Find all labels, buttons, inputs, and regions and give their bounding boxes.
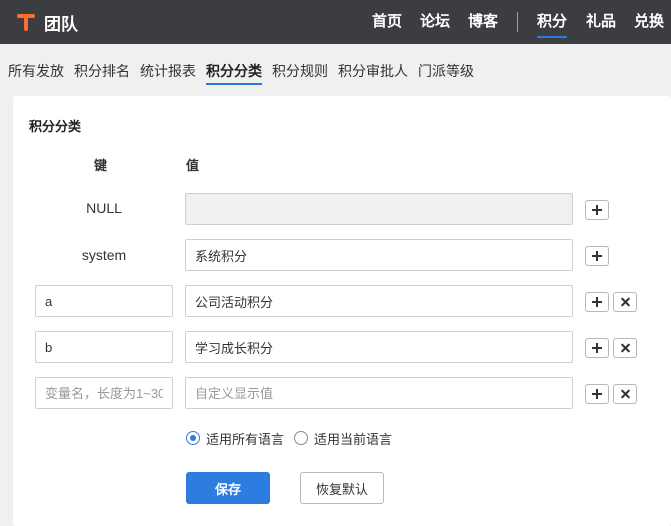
row-value-input — [185, 193, 573, 225]
app-name: 团队 — [44, 14, 78, 34]
radio-label: 适用当前语言 — [314, 431, 393, 447]
radio-current-language[interactable]: 适用当前语言 — [294, 430, 393, 447]
top-navbar: 团队 首页 论坛 博客 积分 礼品 兑换 — [0, 0, 671, 44]
row-key-input[interactable] — [35, 285, 173, 317]
reset-default-button[interactable]: 恢复默认 — [300, 472, 384, 504]
radio-checked-icon[interactable] — [186, 431, 200, 445]
remove-row-button[interactable] — [613, 292, 637, 312]
remove-row-button[interactable] — [613, 384, 637, 404]
tab-sect-levels[interactable]: 门派等级 — [418, 61, 474, 81]
row-value-input[interactable] — [185, 285, 573, 317]
radio-unchecked-icon[interactable] — [294, 431, 308, 445]
tab-points-rules[interactable]: 积分规则 — [272, 61, 328, 81]
nav-home[interactable]: 首页 — [372, 0, 402, 44]
nav-forum[interactable]: 论坛 — [420, 0, 450, 44]
tab-approvers[interactable]: 积分审批人 — [338, 61, 408, 81]
tab-points-ranking[interactable]: 积分排名 — [74, 61, 130, 81]
add-row-button[interactable] — [585, 246, 609, 266]
add-row-button[interactable] — [585, 200, 609, 220]
tab-points-category[interactable]: 积分分类 — [206, 61, 262, 85]
tab-statistics[interactable]: 统计报表 — [140, 61, 196, 81]
nav-exchange[interactable]: 兑换 — [634, 0, 664, 44]
remove-row-button[interactable] — [613, 338, 637, 358]
nav-points[interactable]: 积分 — [537, 0, 568, 44]
row-key-label: system — [81, 247, 127, 263]
radio-label: 适用所有语言 — [206, 431, 285, 447]
row-value-input[interactable] — [185, 239, 573, 271]
team-logo-icon — [16, 12, 36, 32]
save-button[interactable]: 保存 — [186, 472, 270, 504]
new-key-input[interactable] — [35, 377, 173, 409]
nav-blog[interactable]: 博客 — [468, 0, 498, 44]
tab-all-issued[interactable]: 所有发放 — [8, 61, 64, 81]
sub-navbar: 所有发放 积分排名 统计报表 积分分类 积分规则 积分审批人 门派等级 — [0, 44, 671, 94]
column-header-key: 键 — [94, 158, 108, 173]
column-header-value: 值 — [186, 158, 200, 173]
add-row-button[interactable] — [585, 338, 609, 358]
app-logo[interactable]: 团队 — [16, 10, 78, 34]
add-row-button[interactable] — [585, 292, 609, 312]
nav-gifts[interactable]: 礼品 — [586, 0, 616, 44]
row-key-label: NULL — [86, 200, 122, 216]
row-value-input[interactable] — [185, 331, 573, 363]
add-row-button[interactable] — [585, 384, 609, 404]
panel-title: 积分分类 — [29, 119, 82, 134]
radio-all-languages[interactable]: 适用所有语言 — [186, 430, 285, 447]
row-key-input[interactable] — [35, 331, 173, 363]
new-value-input[interactable] — [185, 377, 573, 409]
nav-divider — [517, 12, 518, 32]
